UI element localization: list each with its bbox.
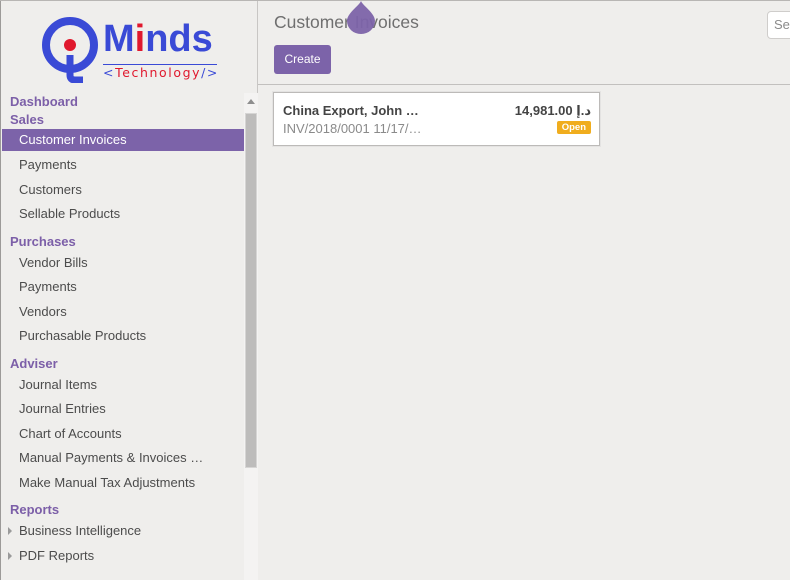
search-input[interactable]: Se [767, 11, 790, 39]
sidebar-item-vendors[interactable]: Vendors [2, 300, 244, 325]
expand-caret-icon[interactable] [8, 551, 12, 560]
expand-caret-icon[interactable] [8, 527, 12, 535]
menu-section-dashboard[interactable]: Dashboard [2, 93, 244, 111]
sidebar-item-label: Business Intelligence [19, 523, 142, 538]
sidebar-item-label: Vendor Bills [19, 254, 88, 270]
sidebar-item-vendor-bills[interactable]: Vendor Bills [2, 251, 244, 276]
sidebar-item-label: Manual Payments & Invoices … [19, 450, 204, 465]
sidebar-item-chart-of-accounts[interactable]: Chart of Accounts [2, 422, 244, 447]
sidebar-item-label: Customers [19, 181, 82, 197]
control-panel: Customer Invoices Create Se [258, 1, 790, 85]
sidebar-item-label: Journal Entries [19, 401, 106, 416]
main-content: Customer Invoices Create Se China Export… [258, 1, 790, 580]
sidebar-item-label: Chart of Accounts [19, 425, 122, 441]
sidebar-item-journal-items[interactable]: Journal Items [2, 373, 244, 398]
sidebar-item-label: Payments [19, 157, 77, 172]
status-badge: Open [556, 121, 591, 134]
app-window: Minds <Technology/> Dashboard Sales Custom… [0, 0, 790, 580]
sidebar-item-label: Purchasable Products [19, 328, 147, 343]
kanban-view [258, 86, 790, 580]
sidebar-scrollbar[interactable] [244, 93, 258, 580]
sidebar-item-customer-invoices[interactable]: Customer Invoices [2, 129, 244, 151]
scroll-up-arrow-icon[interactable] [247, 99, 255, 104]
sidebar-item-make-manual-tax-adjustments[interactable]: Make Manual Tax Adjustments [2, 471, 244, 496]
sidebar-item-sellable-products[interactable]: Sellable Products [2, 202, 244, 227]
invoice-card[interactable]: China Export, John … INV/2018/0001 11/17… [273, 92, 600, 146]
logo-tagline: <Technology/> [103, 65, 219, 80]
sidebar-item-payments[interactable]: Payments [2, 275, 244, 300]
logo-wordmark: Minds [103, 18, 213, 60]
sidebar-item-label: PDF Reports [19, 547, 95, 563]
create-button[interactable]: Create [274, 45, 331, 74]
company-logo[interactable]: Minds <Technology/> [39, 13, 225, 83]
sidebar-item-label: Journal Items [19, 376, 98, 392]
menu-section-reports[interactable]: Reports [2, 501, 244, 519]
sidebar-item-payments[interactable]: Payments [2, 153, 244, 178]
sidebar-item-customers[interactable]: Customers [2, 178, 244, 203]
sidebar-item-label: Payments [19, 279, 77, 294]
touch-indicator-icon [347, 1, 375, 34]
sidebar-item-pdf-reports[interactable]: PDF Reports [2, 544, 244, 569]
sidebar-item-label: Vendors [19, 303, 67, 319]
sidebar-item-journal-entries[interactable]: Journal Entries [2, 397, 244, 422]
sidebar-menu: Dashboard Sales Customer Invoices Payments C… [2, 93, 244, 580]
menu-section-purchases[interactable]: Purchases [2, 233, 244, 251]
scrollbar-thumb[interactable] [245, 113, 257, 468]
invoice-reference: INV/2018/0001 11/17/… [283, 121, 422, 136]
sidebar-item-label: Customer Invoices [19, 132, 127, 147]
sidebar-item-label: Sellable Products [19, 206, 121, 221]
sidebar-item-manual-payments-invoices[interactable]: Manual Payments & Invoices … [2, 446, 244, 471]
sidebar-item-label: Make Manual Tax Adjustments [19, 474, 196, 490]
menu-section-adviser[interactable]: Adviser [2, 355, 244, 373]
sidebar-item-purchasable-products[interactable]: Purchasable Products [2, 324, 244, 349]
sidebar: Minds <Technology/> Dashboard Sales Custom… [0, 1, 258, 580]
invoice-partner: China Export, John … [283, 103, 419, 118]
invoice-amount: 14,981.00 د.إ [514, 103, 591, 118]
logo-q-icon [42, 17, 98, 83]
sidebar-item-business-intelligence[interactable]: Business Intelligence [2, 519, 244, 544]
menu-section-sales[interactable]: Sales [2, 111, 244, 129]
